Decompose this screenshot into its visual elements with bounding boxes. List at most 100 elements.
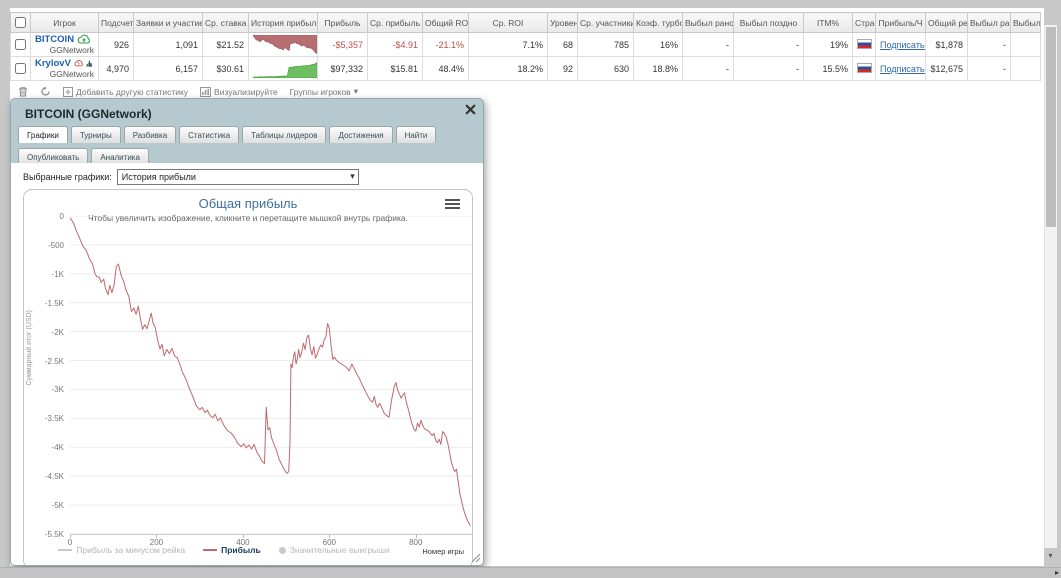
legend-item[interactable]: Значительные выигрыши xyxy=(278,545,390,555)
table-row: KrylovV GGNetwork 4,970 6,157 $30.61 $97,332 $… xyxy=(10,56,1041,81)
x-axis-line xyxy=(70,534,473,535)
table-cell: 926 xyxy=(98,32,134,57)
page-content: Игрок Подсчет Заявки и участие Ср. ставка Ис… xyxy=(10,8,1044,566)
profit-history-sparkline xyxy=(253,35,317,54)
select-caret-icon: ▾ xyxy=(350,171,355,181)
table-cell: - xyxy=(682,32,734,57)
country-flag-icon xyxy=(857,38,872,49)
row-checkbox[interactable] xyxy=(15,63,26,75)
tab-графики[interactable]: Графики xyxy=(18,126,68,143)
legend-marker-icon xyxy=(278,546,286,554)
table-cell: -$4.91 xyxy=(367,32,423,57)
column-header[interactable]: Ср. ставка xyxy=(202,12,249,33)
visualize-button[interactable]: Визуализируйте xyxy=(200,86,278,97)
close-icon[interactable] xyxy=(465,104,476,115)
graph-select-label: Выбранные графики: xyxy=(23,172,112,182)
column-header[interactable]: Прибыль/Ч xyxy=(875,12,926,33)
column-header[interactable]: История прибыли xyxy=(248,12,318,33)
column-header[interactable]: Стран xyxy=(852,12,876,33)
column-header[interactable]: Общий рей xyxy=(925,12,968,33)
column-header[interactable]: Выбыл поздно xyxy=(733,12,804,33)
table-cell: - xyxy=(967,32,1011,57)
popup-title: BITCOIN (GGNetwork) xyxy=(25,107,152,121)
tab-таблицы лидеров[interactable]: Таблицы лидеров xyxy=(242,126,327,143)
player-name-link[interactable]: BITCOIN xyxy=(35,34,74,45)
tab-найти[interactable]: Найти xyxy=(395,126,437,143)
subscribe-link[interactable]: Подписаться xyxy=(880,64,925,74)
subscribe-link[interactable]: Подписаться xyxy=(880,40,925,50)
delete-button[interactable] xyxy=(18,86,28,97)
tab-турниры[interactable]: Турниры xyxy=(70,126,121,143)
profit-chart[interactable]: Общая прибыль Чтобы увеличить изображени… xyxy=(23,189,473,565)
table-header-row: Игрок Подсчет Заявки и участие Ср. ставка Ис… xyxy=(10,12,1041,33)
table-cell: 18.8% xyxy=(633,56,683,81)
horizontal-scrollbar[interactable] xyxy=(0,567,1061,578)
y-tick-label: 0 xyxy=(59,212,64,221)
column-header[interactable]: Ср. ROI xyxy=(468,12,548,33)
add-statistic-button[interactable]: Добавить другую статистику xyxy=(63,86,188,97)
y-axis-title: Суммарный итог (USD) xyxy=(26,310,33,386)
table-cell xyxy=(1010,56,1041,81)
select-all-checkbox[interactable] xyxy=(15,17,26,29)
resize-grip[interactable] xyxy=(470,552,481,563)
table-cell: 6,157 xyxy=(133,56,203,81)
column-header[interactable]: Выбыл ран xyxy=(967,12,1011,33)
refresh-icon xyxy=(41,86,50,96)
graph-select[interactable]: История прибыли ▾ xyxy=(116,169,359,185)
chart-menu-icon[interactable] xyxy=(445,199,460,211)
table-cell: -21.1% xyxy=(422,32,469,57)
legend-item[interactable]: Прибыль за минусом рейка xyxy=(58,545,185,555)
tab-статистика[interactable]: Статистика xyxy=(179,126,240,143)
refresh-button[interactable] xyxy=(40,86,51,97)
column-header[interactable]: Игрок xyxy=(30,12,99,33)
vertical-scrollbar[interactable] xyxy=(1044,25,1057,548)
column-header[interactable]: Общий ROI xyxy=(422,12,469,33)
y-tick-label: -1K xyxy=(51,269,64,279)
column-header[interactable]: Прибыль xyxy=(317,12,368,33)
column-header[interactable]: Выбыл xyxy=(1010,12,1041,33)
graph-select-value: История прибыли xyxy=(121,172,196,182)
table-cell: - xyxy=(733,32,804,57)
table-cell: - xyxy=(682,56,734,81)
x-axis-title: Номер игры xyxy=(422,547,464,556)
player-popup: BITCOIN (GGNetwork) Графики Турниры Разбив… xyxy=(10,98,484,566)
table-cell xyxy=(1010,32,1041,57)
column-header[interactable]: Ср. прибыль xyxy=(367,12,423,33)
column-header[interactable]: ITM% xyxy=(803,12,853,33)
table-cell: $21.52 xyxy=(202,32,249,57)
table-cell xyxy=(248,56,318,81)
column-header[interactable]: Уровень xyxy=(547,12,578,33)
player-groups-button[interactable]: Группы игроков ▾ xyxy=(290,86,358,97)
table-cell: -$5,357 xyxy=(317,32,368,57)
y-tick-label: -1.5K xyxy=(44,298,64,308)
table-cell: 7.1% xyxy=(468,32,548,57)
table-cell: $1,878 xyxy=(925,32,968,57)
y-tick-label: -4K xyxy=(51,443,64,453)
player-network: GGNetwork xyxy=(49,69,94,79)
chart-plot-area[interactable] xyxy=(70,216,472,534)
player-name-link[interactable]: KrylovV xyxy=(35,58,71,69)
scroll-down-arrow-icon[interactable]: ▾ xyxy=(1044,549,1057,562)
legend-item[interactable]: Прибыль xyxy=(203,545,261,555)
column-header[interactable]: Выбыл рано xyxy=(682,12,734,33)
column-header[interactable]: Ср. участники xyxy=(577,12,634,33)
chevron-down-icon: ▾ xyxy=(353,86,358,96)
scroll-right-arrow-icon[interactable]: ▸ xyxy=(1055,567,1059,578)
table-cell: $15.81 xyxy=(367,56,423,81)
table-cell: - xyxy=(967,56,1011,81)
y-tick-label: -5K xyxy=(51,501,64,511)
table-cell: Подписаться xyxy=(875,56,926,81)
legend-marker-icon xyxy=(203,549,218,551)
cloud-alert-icon xyxy=(74,60,83,67)
player-groups-label: Группы игроков xyxy=(289,86,351,97)
vertical-scrollbar-thumb[interactable] xyxy=(1046,27,1056,227)
row-checkbox[interactable] xyxy=(15,39,26,51)
visualize-label: Визуализируйте xyxy=(214,86,278,97)
thumb-up-icon xyxy=(87,60,93,67)
column-header[interactable]: Заявки и участие xyxy=(133,12,203,33)
tab-достижения[interactable]: Достижения xyxy=(329,126,393,143)
column-header[interactable]: Коэф. турбо xyxy=(633,12,683,33)
tab-разбивка[interactable]: Разбивка xyxy=(123,126,177,143)
column-header[interactable]: Подсчет xyxy=(98,12,134,33)
table-cell: 48.4% xyxy=(422,56,469,81)
